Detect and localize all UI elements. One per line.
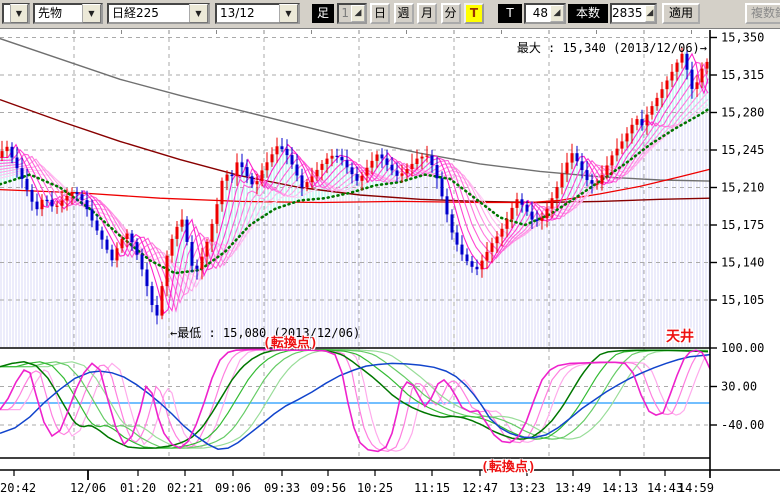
ashi-label: 足 [312,4,334,23]
svg-text:14:13: 14:13 [602,481,638,495]
chevron-down-icon[interactable]: ▼ [279,4,298,23]
category-value: 先物 [35,4,82,23]
svg-text:14:59: 14:59 [678,481,714,495]
spin-grip-icon[interactable]: ◢ [645,5,655,22]
svg-text:15,280: 15,280 [721,106,764,120]
svg-text:11:15: 11:15 [414,481,450,495]
contract-select[interactable]: 13/12 ▼ [215,3,300,24]
interval-value: 1 [339,4,351,23]
chevron-down-icon[interactable]: ▼ [189,4,208,23]
svg-text:20:42: 20:42 [0,481,36,495]
ceiling-annotation: 天井 [666,326,694,346]
svg-text:12:47: 12:47 [462,481,498,495]
svg-text:01:20: 01:20 [120,481,156,495]
hatch-fill-layer [1,52,709,347]
max-price-annotation: 最大 : 15,340 (2013/12/06)→ [517,39,707,56]
svg-text:15,140: 15,140 [721,256,764,270]
bars-value: 2835 [612,4,645,23]
svg-text:13:23: 13:23 [509,481,545,495]
svg-text:09:56: 09:56 [310,481,346,495]
svg-text:09:06: 09:06 [215,481,251,495]
contract-value: 13/12 [217,4,279,23]
chevron-down-icon[interactable]: ▼ [10,4,28,23]
svg-text:15,245: 15,245 [721,143,764,157]
interval-stepper: 1 ◢ [337,3,367,24]
svg-text:12/06: 12/06 [70,481,106,495]
svg-text:15,175: 15,175 [721,218,764,232]
chevron-down-icon[interactable]: ▼ [82,4,101,23]
tick-count-stepper[interactable]: 48 ◢ [524,3,566,24]
turning-point-lower-annotation: (転換点) [481,456,536,475]
period-button-1[interactable]: 週 [394,3,414,24]
category-select[interactable]: 先物 ▼ [33,3,103,24]
turning-point-upper-annotation: (転換点) [263,332,318,351]
svg-text:15,210: 15,210 [721,181,764,195]
period-button-2[interactable]: 月 [417,3,437,24]
symbol-value: 日経225 [109,4,189,23]
period-button-0[interactable]: 日 [370,3,390,24]
tick-label: T [498,4,522,23]
chart-window: 15,350 15,315 15,280 15,245 15,210 15,175 15,1… [0,0,780,500]
spin-grip-icon: ◢ [351,5,365,22]
symbol-select[interactable]: 日経225 ▼ [107,3,210,24]
svg-text:09:33: 09:33 [264,481,300,495]
svg-text:02:21: 02:21 [167,481,203,495]
period-button-3[interactable]: 分 [441,3,461,24]
mini-combo[interactable]: ▼ [2,3,30,24]
apply-button[interactable]: 適用 [662,3,700,24]
multi-symbol-button: 複数銘柄 [745,3,780,24]
svg-text:30.00: 30.00 [721,380,757,394]
bars-stepper[interactable]: 2835 ◢ [610,3,657,24]
svg-text:13:49: 13:49 [555,481,591,495]
svg-text:15,315: 15,315 [721,68,764,82]
svg-text:15,105: 15,105 [721,293,764,307]
oscillator-layer [0,348,710,458]
chart-canvas[interactable]: 15,350 15,315 15,280 15,245 15,210 15,175 15,1… [0,0,780,500]
svg-text:100.00: 100.00 [721,341,764,355]
svg-text:-40.00: -40.00 [721,418,764,432]
spin-grip-icon[interactable]: ◢ [550,5,564,22]
period-button-4[interactable]: T [464,3,484,24]
toolbar: ▼ 先物 ▼ 日経225 ▼ 13/12 ▼ 足 1 ◢ 日週月分T T 48 … [0,0,780,29]
tick-count-value: 48 [526,4,550,23]
svg-text:15,350: 15,350 [721,31,764,45]
bars-label: 本数 [568,4,608,23]
svg-text:10:25: 10:25 [357,481,393,495]
